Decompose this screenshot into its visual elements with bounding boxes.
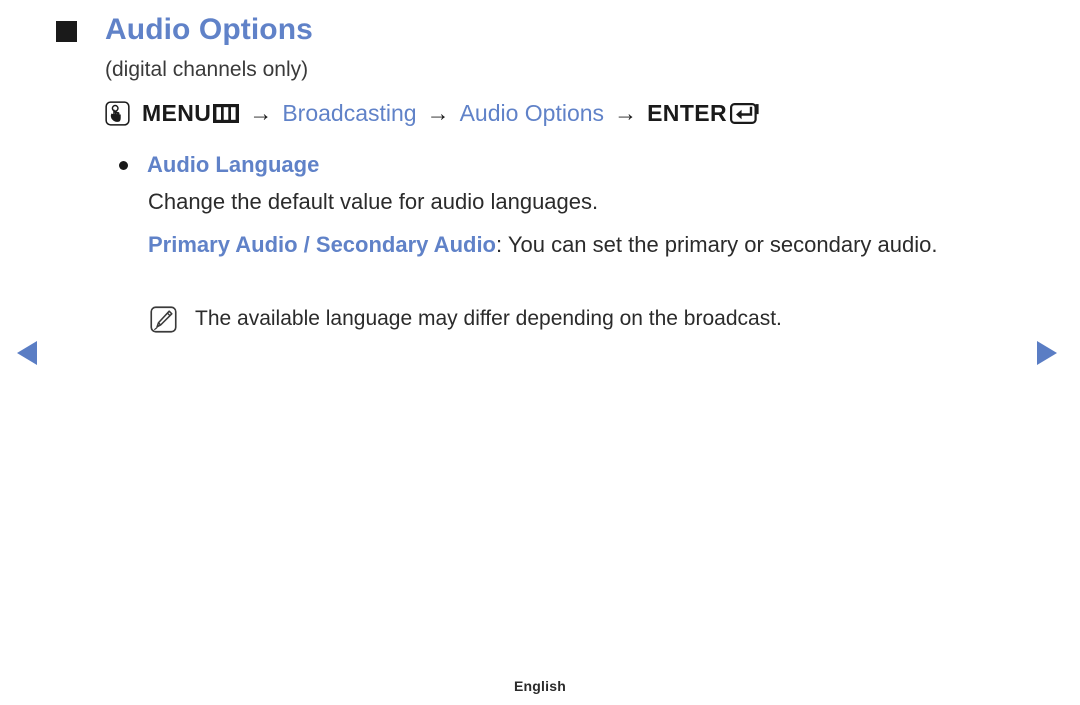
- audio-language-description: Change the default value for audio langu…: [148, 189, 599, 214]
- path-arrow-1: →: [249, 100, 273, 126]
- primary-secondary-audio-label: Primary Audio / Secondary Audio: [148, 232, 496, 257]
- menu-button-label: MENU: [142, 100, 212, 126]
- next-page-button[interactable]: [1032, 336, 1066, 370]
- note-text: The available language may differ depend…: [195, 307, 782, 330]
- note-row: The available language may differ depend…: [150, 304, 782, 334]
- enter-button-label: ENTER: [647, 100, 728, 126]
- menu-step-broadcasting[interactable]: Broadcasting: [282, 98, 416, 128]
- footer-language: English: [514, 678, 566, 694]
- enter-return-icon: [730, 102, 759, 124]
- audio-language-item: Audio Language: [119, 150, 319, 179]
- triangle-right-icon: [1037, 341, 1057, 365]
- hand-press-button-icon: [105, 100, 130, 126]
- page-heading: Audio Options: [56, 12, 313, 48]
- primary-secondary-audio-description: Primary Audio / Secondary Audio: You can…: [148, 229, 1028, 261]
- filled-square-icon: [56, 21, 77, 42]
- manual-page: Audio Options (digital channels only) ME…: [0, 0, 1080, 705]
- page-subtitle: (digital channels only): [105, 58, 309, 81]
- audio-language-label: Audio Language: [147, 152, 320, 177]
- triangle-left-icon: [17, 341, 37, 365]
- menu-bars-icon: [213, 103, 240, 123]
- note-pencil-icon: [150, 306, 177, 333]
- menu-path-breadcrumb: MENU → Broadcasting → Audio Options → EN…: [105, 98, 760, 128]
- previous-page-button[interactable]: [14, 336, 48, 370]
- round-bullet-icon: [119, 161, 128, 170]
- path-arrow-2: →: [426, 100, 450, 126]
- page-title: Audio Options: [105, 13, 313, 46]
- touch-icon-wrap: [105, 100, 142, 126]
- path-arrow-3: →: [614, 100, 638, 126]
- menu-step-audio-options[interactable]: Audio Options: [460, 98, 604, 128]
- primary-secondary-audio-text: : You can set the primary or secondary a…: [496, 232, 938, 257]
